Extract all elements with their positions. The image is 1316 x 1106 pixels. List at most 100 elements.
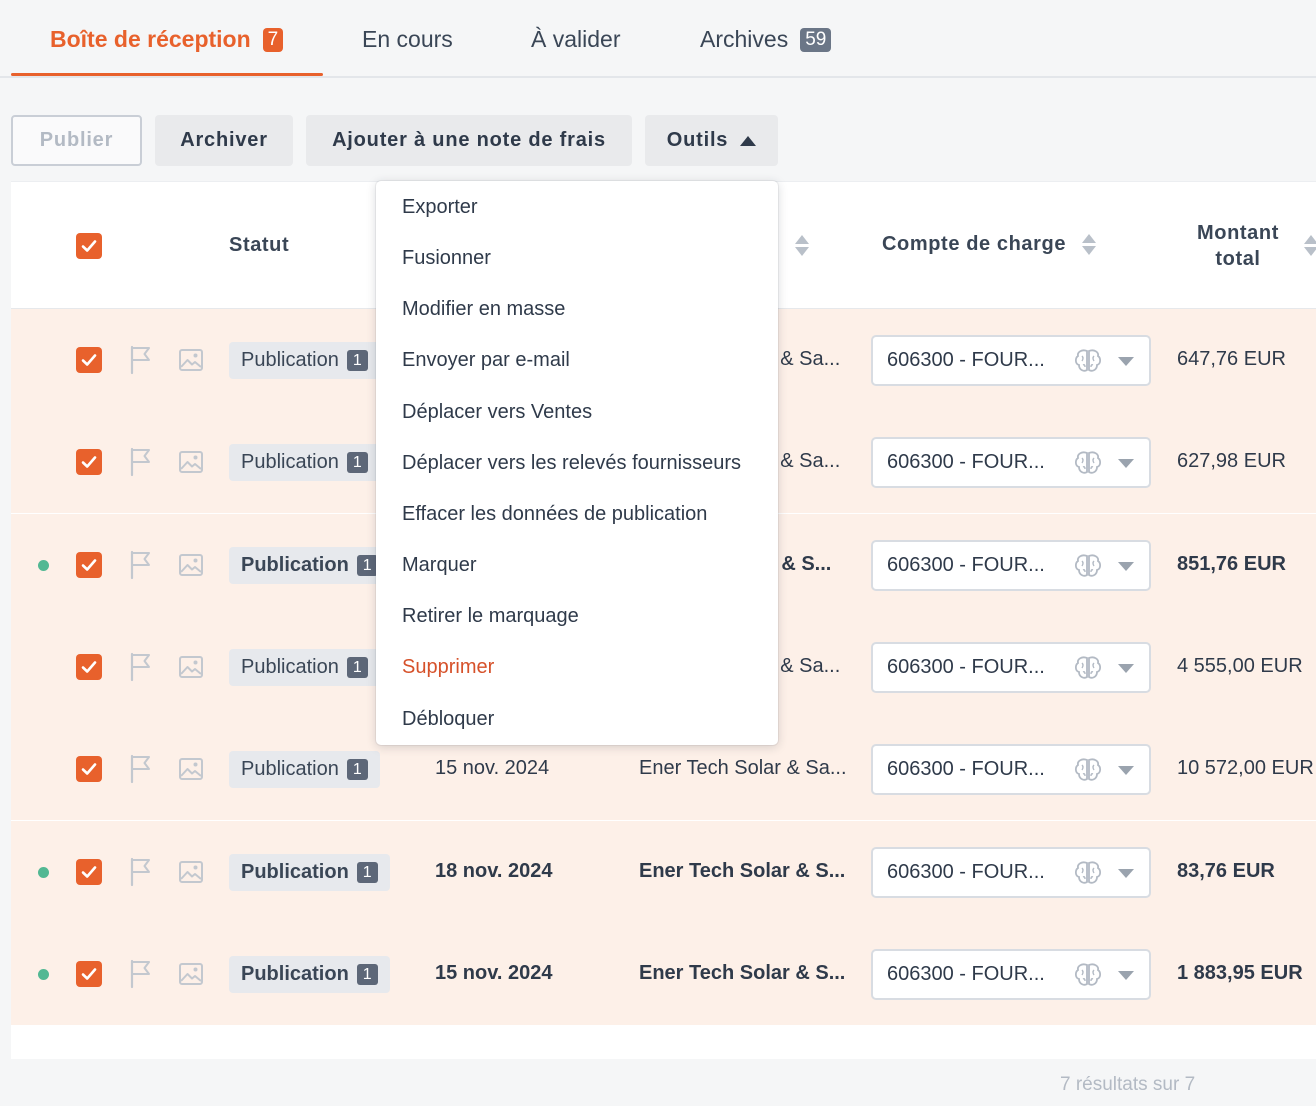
row-checkbox[interactable]	[76, 654, 102, 680]
tab-inbox-count-badge: 7	[262, 28, 284, 52]
expense-account-select[interactable]: 606300 - FOUR...	[871, 744, 1151, 795]
image-icon[interactable]	[178, 552, 204, 578]
menu-item-clear-posting-data[interactable]: Effacer les données de publication	[402, 503, 707, 526]
expense-account-value: 606300 - FOUR...	[887, 349, 1045, 371]
expense-account-value: 606300 - FOUR...	[887, 656, 1045, 678]
status-count-badge: 1	[356, 964, 378, 985]
status-label: Publication	[241, 451, 339, 473]
expense-account-select[interactable]: 606300 - FOUR...	[871, 949, 1151, 1000]
image-icon[interactable]	[178, 654, 204, 680]
tab-inbox-label: Boîte de réception	[50, 26, 251, 52]
tab-inbox[interactable]: Boîte de réception 7	[50, 26, 284, 76]
tab-archives[interactable]: Archives 59	[700, 26, 832, 76]
sort-icon[interactable]	[795, 235, 809, 256]
status-count-badge: 1	[346, 759, 368, 780]
menu-item-unlock[interactable]: Débloquer	[402, 708, 494, 731]
chevron-down-icon	[1118, 766, 1134, 775]
menu-item-merge[interactable]: Fusionner	[402, 247, 491, 270]
status-label: Publication	[241, 349, 339, 371]
flag-icon[interactable]	[128, 857, 154, 887]
status-badge: Publication 1	[229, 342, 380, 379]
status-badge: Publication 1	[229, 751, 380, 788]
status-column-header[interactable]: Statut	[229, 234, 289, 257]
menu-item-unflag[interactable]: Retirer le marquage	[402, 605, 579, 628]
active-tab-indicator	[11, 73, 323, 76]
row-checkbox[interactable]	[76, 347, 102, 373]
menu-item-flag[interactable]: Marquer	[402, 554, 476, 577]
archive-button[interactable]: Archiver	[155, 115, 293, 166]
total-amount-cell: 1 883,95 EUR	[1177, 962, 1303, 984]
supplier-cell: r & Sa...	[768, 655, 841, 677]
total-amount-header-line1: Montant	[1197, 222, 1279, 244]
expense-account-select[interactable]: 606300 - FOUR...	[871, 437, 1151, 488]
menu-item-send-email[interactable]: Envoyer par e-mail	[402, 349, 570, 372]
expense-account-select[interactable]: 606300 - FOUR...	[871, 642, 1151, 693]
row-checkbox[interactable]	[76, 552, 102, 578]
menu-item-export[interactable]: Exporter	[402, 196, 478, 219]
total-amount-cell: 647,76 EUR	[1177, 348, 1286, 370]
results-count: 7 résultats sur 7	[1060, 1074, 1196, 1095]
unread-dot-icon	[38, 969, 49, 980]
status-count-badge: 1	[346, 350, 368, 371]
table-row[interactable]: Publication 1 18 nov. 2024 Ener Tech Solar…	[11, 821, 1316, 923]
menu-item-move-to-sales[interactable]: Déplacer vers Ventes	[402, 401, 592, 424]
flag-icon[interactable]	[128, 754, 154, 784]
tools-button-label: Outils	[666, 129, 729, 151]
total-amount-cell: 83,76 EUR	[1177, 860, 1275, 882]
row-checkbox[interactable]	[76, 449, 102, 475]
expense-account-select[interactable]: 606300 - FOUR...	[871, 540, 1151, 591]
date-cell: 15 nov. 2024	[435, 962, 553, 984]
chevron-down-icon	[1118, 357, 1134, 366]
expense-account-select[interactable]: 606300 - FOUR...	[871, 335, 1151, 386]
image-icon[interactable]	[178, 449, 204, 475]
add-to-expense-report-button[interactable]: Ajouter à une note de frais	[306, 115, 632, 166]
tab-in-progress[interactable]: En cours	[362, 26, 453, 76]
table-row[interactable]: Publication 1 15 nov. 2024 Ener Tech Solar…	[11, 923, 1316, 1025]
flag-icon[interactable]	[128, 652, 154, 682]
image-icon[interactable]	[178, 756, 204, 782]
image-icon[interactable]	[178, 859, 204, 885]
tab-to-validate[interactable]: À valider	[531, 26, 620, 76]
check-icon	[81, 866, 97, 878]
status-label: Publication	[241, 963, 349, 985]
date-cell: 15 nov. 2024	[435, 757, 550, 779]
row-checkbox[interactable]	[76, 859, 102, 885]
ai-brain-icon	[1074, 861, 1102, 884]
select-all-checkbox[interactable]	[76, 233, 102, 259]
flag-icon[interactable]	[128, 550, 154, 580]
expense-account-column-header[interactable]: Compte de charge	[882, 233, 1097, 256]
ai-brain-icon	[1074, 656, 1102, 679]
tab-to-validate-label: À valider	[531, 26, 621, 52]
flag-icon[interactable]	[128, 447, 154, 477]
chevron-down-icon	[1118, 971, 1134, 980]
menu-item-delete[interactable]: Supprimer	[402, 656, 494, 679]
tools-button[interactable]: Outils	[645, 115, 778, 166]
status-badge: Publication 1	[229, 444, 380, 481]
ai-brain-icon	[1074, 963, 1102, 986]
status-label: Publication	[241, 656, 339, 678]
ai-brain-icon	[1074, 554, 1102, 577]
total-amount-cell: 627,98 EUR	[1177, 450, 1286, 472]
status-badge: Publication 1	[229, 854, 390, 891]
image-icon[interactable]	[178, 961, 204, 987]
total-amount-cell: 10 572,00 EUR	[1177, 757, 1314, 779]
check-icon	[81, 240, 97, 252]
sort-icon[interactable]	[1304, 235, 1316, 256]
date-cell: 18 nov. 2024	[435, 860, 553, 882]
status-count-badge: 1	[346, 657, 368, 678]
chevron-down-icon	[1118, 664, 1134, 673]
image-icon[interactable]	[178, 347, 204, 373]
sort-icon[interactable]	[1082, 234, 1097, 256]
publish-button[interactable]: Publier	[11, 115, 142, 166]
menu-item-bulk-edit[interactable]: Modifier en masse	[402, 298, 565, 321]
chevron-down-icon	[1118, 869, 1134, 878]
flag-icon[interactable]	[128, 345, 154, 375]
menu-item-move-to-supplier-statements[interactable]: Déplacer vers les relevés fournisseurs	[402, 452, 741, 475]
row-checkbox[interactable]	[76, 961, 102, 987]
flag-icon[interactable]	[128, 959, 154, 989]
total-amount-column-header[interactable]: Montant total	[1197, 220, 1279, 272]
expense-account-header-label: Compte de charge	[882, 233, 1067, 255]
expense-account-select[interactable]: 606300 - FOUR...	[871, 847, 1151, 898]
supplier-cell: Ener Tech Solar & Sa...	[639, 757, 847, 779]
row-checkbox[interactable]	[76, 756, 102, 782]
